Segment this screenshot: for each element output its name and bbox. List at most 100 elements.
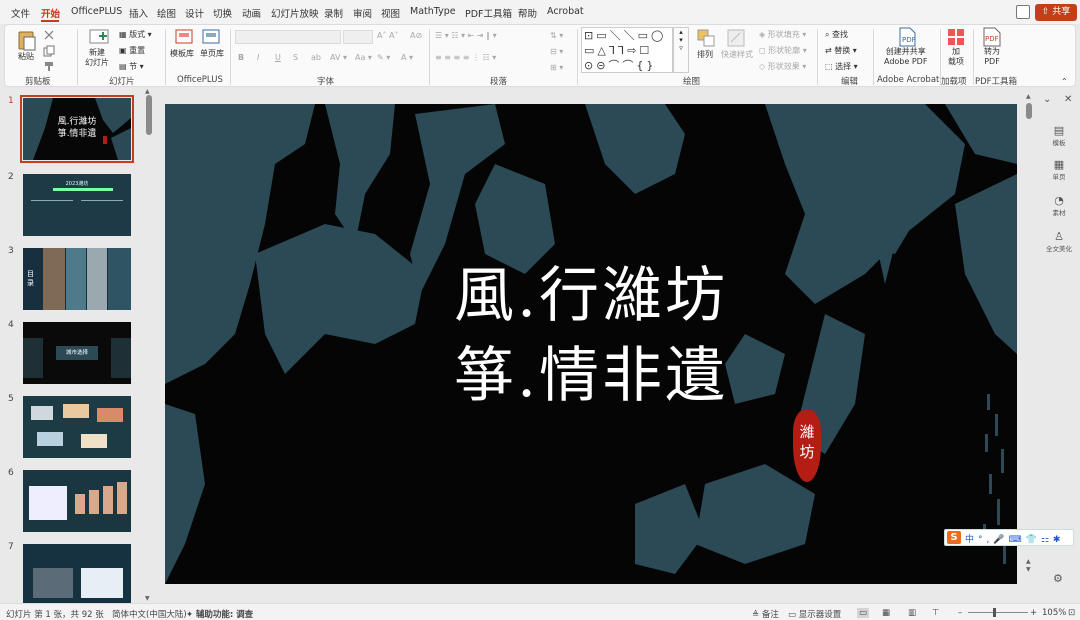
create-pdf-icon[interactable]: PDF <box>898 27 916 47</box>
tab-animations[interactable]: 动画 <box>242 6 261 20</box>
slide-thumbnail-7[interactable] <box>23 544 131 606</box>
notes-button[interactable]: ≜ 备注 <box>752 608 779 620</box>
language-indicator[interactable]: 简体中文(中国大陆) <box>112 608 187 620</box>
arrange-label[interactable]: 排列 <box>697 49 713 60</box>
tab-view[interactable]: 视图 <box>381 6 400 20</box>
reset-button[interactable]: ▣ 重置 <box>119 45 145 56</box>
slide-thumbnail-6[interactable] <box>23 470 131 532</box>
side-item-material[interactable]: ◔ 素材 <box>1038 194 1080 217</box>
convert-pdf-label[interactable]: 转为 PDF <box>984 47 1000 67</box>
zoom-in-icon[interactable]: + <box>1030 608 1037 618</box>
tab-file[interactable]: 文件 <box>11 6 30 20</box>
template-library-icon[interactable] <box>175 29 193 45</box>
slide-title[interactable]: 風.行濰坊 箏.情非遺 <box>165 256 1017 416</box>
layout-button[interactable]: ▦ 版式 ▾ <box>119 29 152 40</box>
align-icons[interactable]: ≡ ≡ ≡ ≡ ⋮ ☷ ▾ <box>435 53 496 62</box>
tab-insert[interactable]: 插入 <box>129 6 148 20</box>
highlight-icon[interactable]: ✎ ▾ <box>377 53 390 62</box>
scroll-up-icon[interactable]: ▲ <box>145 88 150 95</box>
collapse-ribbon-icon[interactable]: ⌃ <box>1061 77 1068 86</box>
copy-icon[interactable] <box>43 45 55 57</box>
addins-label[interactable]: 加 载项 <box>948 47 964 67</box>
grow-font-icon[interactable]: A˄ A˅ <box>377 31 399 40</box>
zoom-out-icon[interactable]: – <box>958 608 962 618</box>
reading-view-icon[interactable]: ▥ <box>908 608 916 618</box>
shapes-gallery-more[interactable]: ▴ ▾ ▿ <box>673 27 689 73</box>
zoom-slider[interactable] <box>968 612 1028 613</box>
shape-fill-button[interactable]: ◈ 形状填充 ▾ <box>759 29 806 40</box>
font-color-icon[interactable]: A ▾ <box>401 53 413 62</box>
create-share-pdf-label[interactable]: 创建并共享 Adobe PDF <box>884 47 927 67</box>
display-settings-button[interactable]: ▭ 显示器设置 <box>788 608 841 620</box>
slide-thumbnail-3[interactable]: 目录 <box>23 248 131 310</box>
toolbox-icon[interactable]: ⚏ <box>1041 535 1053 545</box>
clear-format-icon[interactable]: A⊘ <box>410 31 422 40</box>
red-seal-stamp[interactable]: 濰 坊 <box>793 410 821 482</box>
comments-icon[interactable] <box>1016 5 1030 19</box>
format-painter-icon[interactable] <box>43 60 55 72</box>
shape-effects-button[interactable]: ◇ 形状效果 ▾ <box>759 61 806 72</box>
quick-styles-icon[interactable] <box>727 29 745 47</box>
tab-record[interactable]: 录制 <box>324 6 343 20</box>
scroll-down-icon[interactable]: ▼ <box>145 595 150 602</box>
gear-icon[interactable]: ⚙ <box>1053 572 1063 585</box>
italic-button[interactable]: I <box>257 53 259 62</box>
scroll-thumb[interactable] <box>1026 103 1032 119</box>
accessibility-status[interactable]: ✦ 辅助功能: 调查 <box>186 608 253 620</box>
convert-pdf-icon[interactable]: PDF <box>982 27 1002 47</box>
tab-transitions[interactable]: 切换 <box>213 6 232 20</box>
align-text-icon[interactable]: ⊟ ▾ <box>550 47 563 56</box>
slideshow-icon[interactable]: ⊤ <box>932 608 939 618</box>
smartart-icon[interactable]: ⊞ ▾ <box>550 63 563 72</box>
text-direction-icon[interactable]: ⇅ ▾ <box>550 31 563 40</box>
bullets-icon[interactable]: ☰ ▾ ☷ ▾ ⇤ ⇥ ‖ ▾ <box>435 31 497 40</box>
template-library-label[interactable]: 模板库 <box>170 48 194 59</box>
case-icon[interactable]: AV ▾ <box>330 53 347 62</box>
font-size-box[interactable] <box>343 30 373 44</box>
new-slide-icon[interactable] <box>89 28 109 46</box>
zoom-slider-thumb[interactable] <box>993 608 996 617</box>
tab-home[interactable]: 开始 <box>41 6 60 20</box>
ime-items[interactable]: 中°,🎤⌨👕⚏✱ <box>965 532 1064 545</box>
slide-thumbnail-1[interactable]: 風.行濰坊 箏.情非遺 <box>20 95 134 163</box>
fit-slide-icon[interactable]: ⊡ <box>1068 608 1075 618</box>
change-case-icon[interactable]: Aa ▾ <box>355 53 372 62</box>
tab-officeplus[interactable]: OfficePLUS <box>71 6 122 17</box>
share-button[interactable]: ⇧ 共享 <box>1035 4 1077 21</box>
select-button[interactable]: ⬚ 选择 ▾ <box>825 61 858 72</box>
font-name-box[interactable] <box>235 30 341 44</box>
zoom-level[interactable]: 105% <box>1042 608 1066 618</box>
settings-icon[interactable]: ✱ <box>1053 535 1065 545</box>
scroll-up-icon[interactable]: ▲ <box>1026 93 1031 100</box>
spacing-icon[interactable]: ab <box>311 53 321 62</box>
thumbnail-scrollbar[interactable] <box>146 95 152 135</box>
strike-button[interactable]: S <box>293 53 298 62</box>
tab-help[interactable]: 帮助 <box>518 6 537 20</box>
tab-acrobat[interactable]: Acrobat <box>547 6 584 17</box>
ime-toolbar[interactable]: S 中°,🎤⌨👕⚏✱ <box>944 529 1074 546</box>
prev-next-slide-icons[interactable]: ▲ ▼ <box>1026 558 1031 574</box>
arrange-icon[interactable] <box>697 29 715 47</box>
new-slide-label[interactable]: 新建 幻灯片 <box>85 48 109 68</box>
tab-pdf-toolbox[interactable]: PDF工具箱 <box>465 6 512 20</box>
tab-mathtype[interactable]: MathType <box>410 6 456 17</box>
keyboard-icon[interactable]: ⌨ <box>1009 535 1026 545</box>
ime-lang[interactable]: 中 <box>965 535 978 545</box>
paste-icon[interactable] <box>17 29 37 51</box>
replace-button[interactable]: ⇄ 替换 ▾ <box>825 45 857 56</box>
cut-icon[interactable] <box>43 29 55 41</box>
tab-review[interactable]: 审阅 <box>353 6 372 20</box>
paste-label[interactable]: 粘贴 <box>18 51 34 62</box>
slide-scrollbar[interactable]: ▲ ▲ ▼ <box>1026 93 1032 583</box>
shape-outline-button[interactable]: ◻ 形状轮廓 ▾ <box>759 45 807 56</box>
slide-thumbnail-5[interactable] <box>23 396 131 458</box>
close-icon[interactable]: ✕ <box>1064 94 1072 105</box>
tab-slideshow[interactable]: 幻灯片放映 <box>271 6 319 20</box>
ime-punct[interactable]: °, <box>978 535 993 545</box>
underline-button[interactable]: U <box>275 53 281 62</box>
normal-view-icon[interactable]: ▭ <box>857 608 870 618</box>
skin-icon[interactable]: 👕 <box>1026 535 1041 545</box>
slide-thumbnail-4[interactable]: 城市选择 <box>23 322 131 384</box>
side-item-beautify[interactable]: ♙ 全文美化 <box>1038 230 1080 253</box>
side-item-single[interactable]: ▦ 单页 <box>1038 158 1080 181</box>
